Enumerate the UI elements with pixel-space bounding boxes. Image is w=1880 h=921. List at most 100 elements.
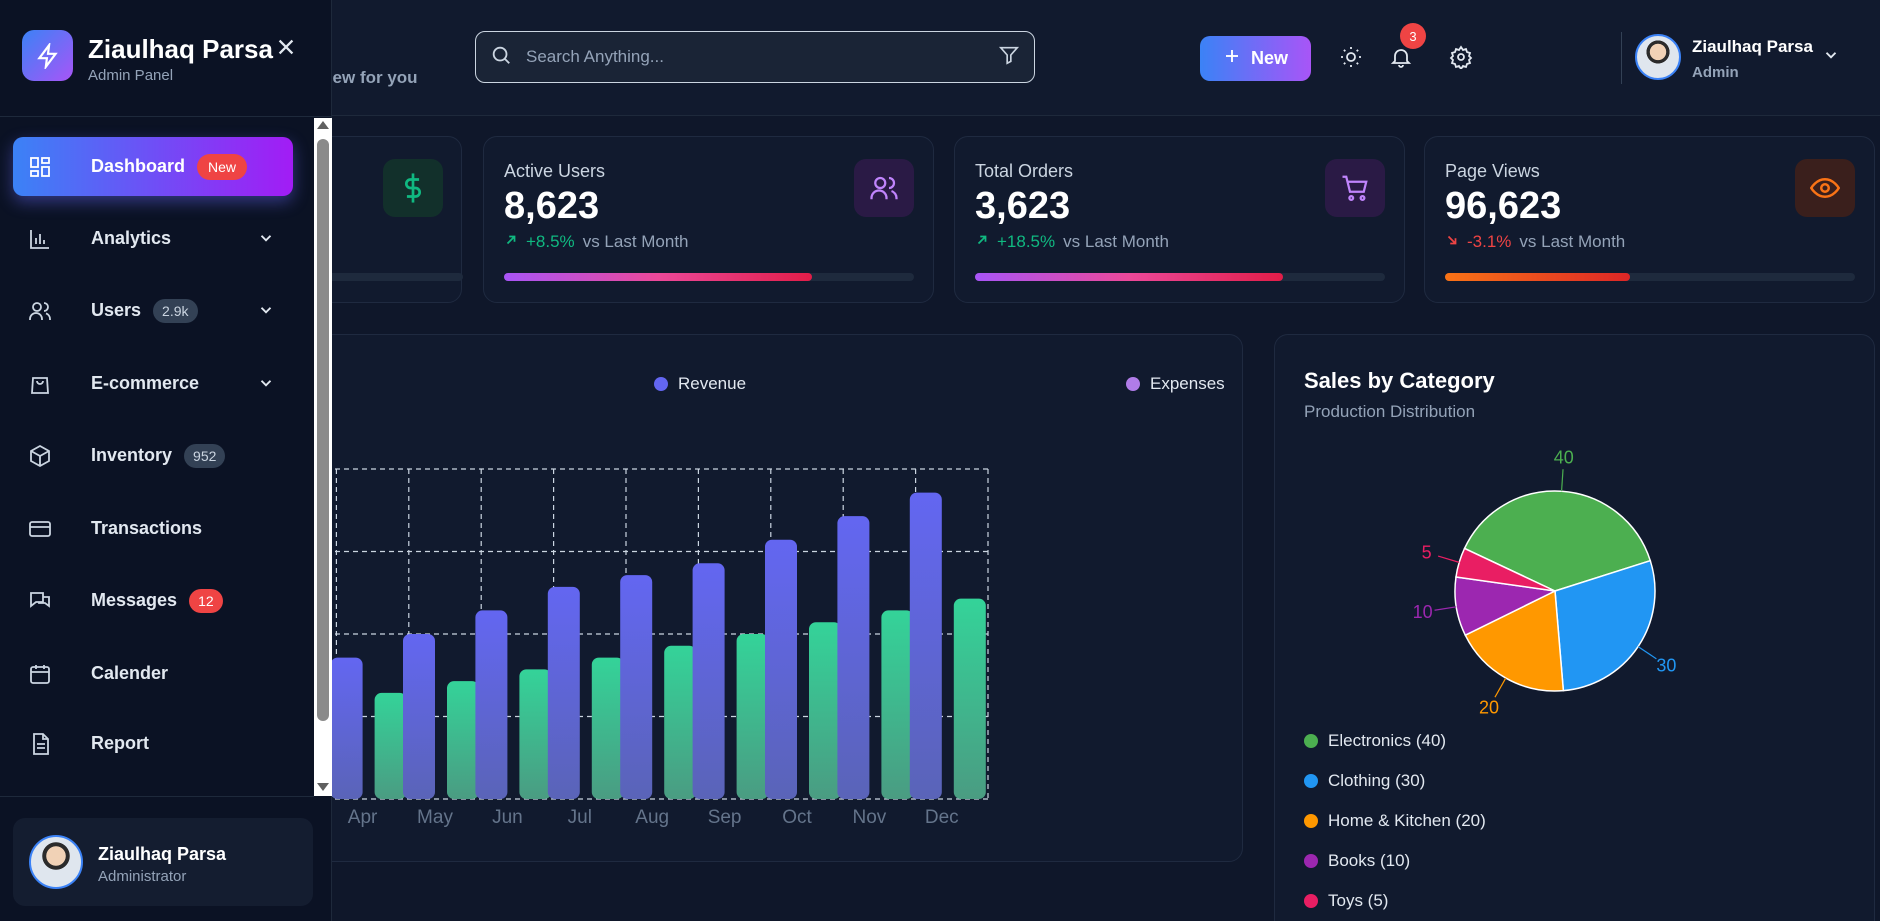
sidebar-user-role: Administrator [98,868,187,885]
legend-revenue[interactable]: Revenue [654,374,746,394]
legend-label: Expenses [1150,374,1225,393]
pie-label-leader [1434,606,1457,611]
bar-revenue[interactable] [330,657,363,799]
pie-legend-item[interactable]: Toys (5) [1304,891,1388,911]
bar-revenue[interactable] [547,586,580,799]
search-input[interactable]: Search Anything... [526,47,998,67]
card-value: 96,623 [1445,185,1562,227]
x-tick-label: Dec [925,807,959,828]
sidebar-item-report[interactable]: Report [13,714,293,773]
avatar [29,835,83,889]
trend-down-icon [1445,232,1459,252]
bar-expenses[interactable] [591,657,624,799]
legend-expenses[interactable]: Expenses [1126,374,1225,394]
pie-legend-item[interactable]: Electronics (40) [1304,731,1446,751]
progress-track [975,273,1385,281]
stat-card-active-users: Active Users 8,623 +8.5% vs Last Month [483,136,934,303]
bar-expenses[interactable] [809,622,841,799]
filter-icon[interactable] [998,44,1020,71]
sidebar-item-dashboard[interactable]: Dashboard New [13,137,293,196]
legend-label: Books (10) [1328,851,1411,870]
card-value: 8,623 [504,185,600,227]
sidebar-divider [0,116,332,117]
theme-toggle-icon[interactable] [1336,42,1366,72]
header-user-name: Ziaulhaq Parsa [1692,37,1813,56]
gear-icon[interactable] [1446,42,1476,72]
sidebar-subtitle: Admin Panel [88,67,174,84]
pie-legend-item[interactable]: Home & Kitchen (20) [1304,811,1486,831]
bar-revenue[interactable] [765,539,797,799]
chevron-down-icon[interactable] [257,229,275,252]
legend-dot [654,377,668,391]
sidebar-item-label: Inventory [91,445,173,465]
search-bar[interactable]: Search Anything... [475,31,1035,83]
sidebar-item-messages[interactable]: Messages 12 [13,571,293,630]
scroll-up-arrow-icon[interactable] [317,121,329,129]
pie-legend-item[interactable]: Books (10) [1304,851,1410,871]
legend-dot [1304,814,1318,828]
sidebar-item-label: Dashboard [91,156,186,176]
legend-label: Revenue [678,374,747,393]
progress-fill [1445,273,1630,281]
bar-revenue[interactable] [620,575,653,799]
sidebar-item-inventory[interactable]: Inventory 952 [13,426,293,485]
legend-dot [1126,377,1140,391]
new-badge: New [197,153,248,180]
x-tick-label: Nov [853,807,887,828]
bar-revenue[interactable] [475,610,508,799]
sidebar-item-analytics[interactable]: Analytics [13,209,293,268]
delta-value: -3.1% [1467,232,1512,251]
x-tick-label: Aug [635,807,669,828]
legend-label: Home & Kitchen (20) [1328,811,1486,830]
sidebar-title: Ziaulhaq Parsa [88,34,273,64]
bar-expenses[interactable] [374,692,407,799]
stat-card-page-views: Page Views 96,623 -3.1% vs Last Month [1424,136,1875,303]
bar-expenses[interactable] [881,610,914,799]
bar-expenses[interactable] [736,634,769,799]
scroll-down-arrow-icon[interactable] [317,783,329,791]
pie-title: Sales by Category [1304,368,1495,393]
chevron-down-icon[interactable] [257,374,275,397]
legend-label: Clothing (30) [1328,771,1426,790]
legend-label: Electronics (40) [1328,731,1447,750]
sidebar-item-calender[interactable]: Calender [13,644,293,703]
card-title: Page Views [1445,161,1540,181]
bar-revenue[interactable] [403,634,435,799]
sidebar-item-label: Transactions [91,518,203,538]
close-icon[interactable] [275,36,297,63]
bar-expenses[interactable] [519,669,552,799]
users-icon [27,298,53,324]
pie-legend-item[interactable]: Clothing (30) [1304,771,1425,791]
bar-revenue[interactable] [692,563,725,799]
bar-revenue[interactable] [909,492,942,799]
users-icon [854,159,914,217]
shopping-bag-icon [27,371,53,397]
delta-compare: vs Last Month [1063,232,1169,251]
chevron-down-icon[interactable] [257,301,275,324]
sidebar-item-label: Calender [91,663,169,683]
header-divider [1621,32,1622,84]
sidebar-item-transactions[interactable]: Transactions [13,499,293,558]
x-tick-label: May [417,807,453,828]
count-badge: 2.9k [153,298,198,323]
bar-expenses[interactable] [953,598,986,799]
sidebar-item-label: Analytics [91,228,172,248]
sidebar-user-card[interactable]: Ziaulhaq Parsa Administrator [13,818,313,906]
sidebar-item-users[interactable]: Users 2.9k [13,281,293,340]
bar-expenses[interactable] [447,681,479,799]
bar-expenses[interactable] [664,645,697,799]
document-icon [27,731,53,757]
bar-revenue[interactable] [837,516,870,799]
sidebar-item-ecommerce[interactable]: E-commerce [13,354,293,413]
box-icon [27,443,53,469]
chevron-down-icon[interactable] [1822,46,1840,69]
scrollbar-thumb[interactable] [317,139,329,721]
card-delta: -3.1% vs Last Month [1445,232,1625,252]
lightning-icon [22,30,73,81]
avatar[interactable] [1635,34,1681,80]
new-button[interactable]: New [1200,36,1311,81]
sidebar-user-name: Ziaulhaq Parsa [98,844,227,864]
cart-icon [1325,159,1385,217]
pie-value-label: 10 [1413,602,1433,622]
card-value: 3,623 [975,185,1071,227]
